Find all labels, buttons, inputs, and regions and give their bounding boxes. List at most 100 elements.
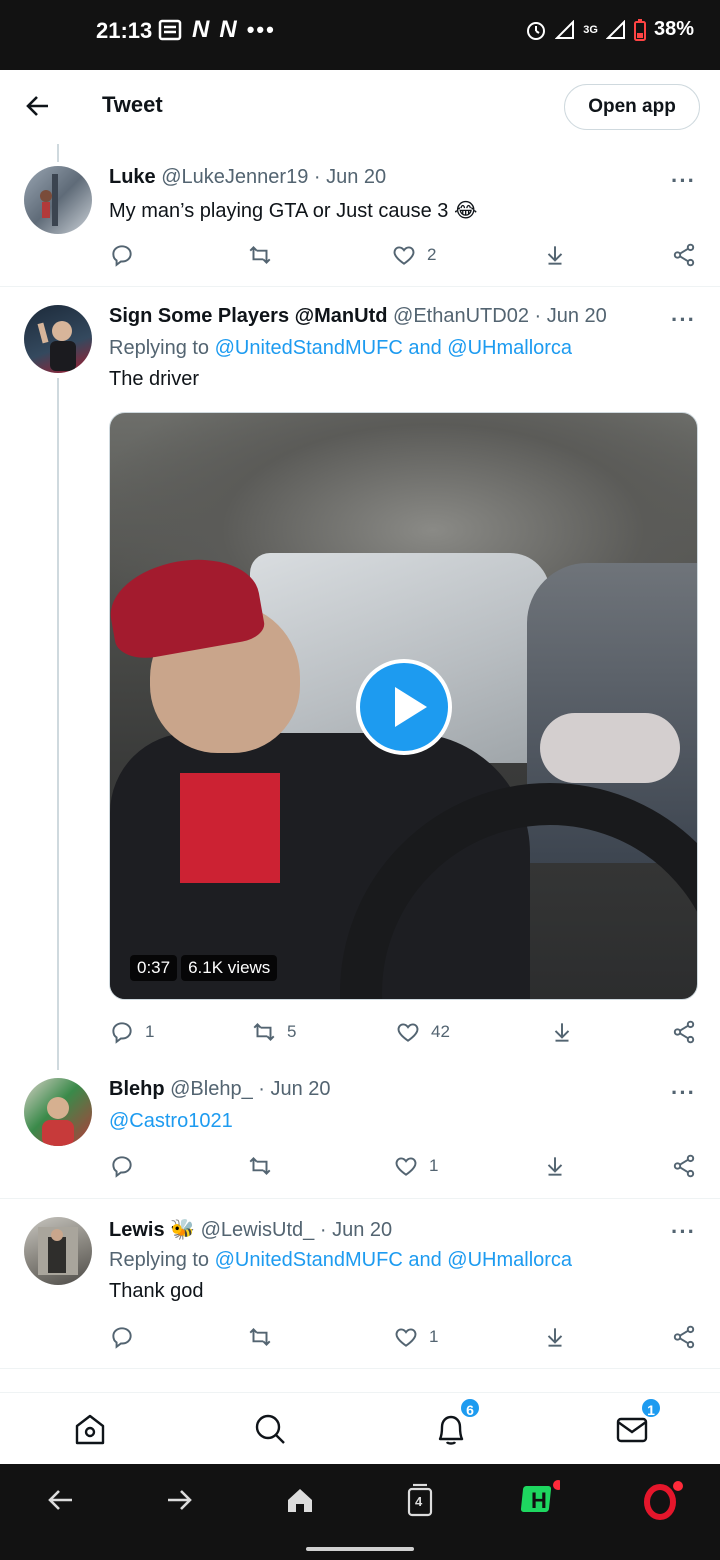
open-app-button[interactable]: Open app xyxy=(564,84,700,130)
author-handle[interactable]: @LewisUtd_ xyxy=(201,1219,315,1241)
like-button[interactable]: 2 xyxy=(391,242,436,268)
replying-to: Replying to @UnitedStandMUFC and @UHmall… xyxy=(109,1249,572,1272)
n-icon: N xyxy=(192,16,210,43)
heart-icon xyxy=(397,1023,419,1042)
thread-line xyxy=(57,378,59,1070)
heart-icon xyxy=(395,1328,417,1347)
avatar[interactable] xyxy=(24,1217,92,1285)
status-notification-icons: N N ••• xyxy=(158,16,276,44)
share-button[interactable] xyxy=(671,1324,697,1350)
author-handle[interactable]: @LukeJenner19 xyxy=(161,166,308,188)
status-bar: 21:13 N N ••• 3G 38% xyxy=(0,0,720,70)
opera-menu-button[interactable] xyxy=(640,1480,683,1520)
battery-percent: 38% xyxy=(653,18,694,40)
battery-icon xyxy=(633,18,646,41)
mention-link[interactable]: @UnitedStandMUFC xyxy=(215,337,403,359)
top-header: Tweet Open app xyxy=(0,70,720,144)
reply-button[interactable] xyxy=(109,1153,145,1179)
reply-icon xyxy=(112,245,132,267)
search-tab[interactable] xyxy=(250,1409,290,1449)
separator: · xyxy=(534,305,542,327)
opera-icon xyxy=(644,1481,683,1520)
like-button[interactable]: 42 xyxy=(395,1019,450,1045)
download-button[interactable] xyxy=(542,1324,568,1350)
author-handle[interactable]: @EthanUTD02 xyxy=(393,305,529,327)
home-tab[interactable] xyxy=(70,1409,110,1449)
messages-tab[interactable]: 1 xyxy=(612,1397,662,1449)
reply-count: 1 xyxy=(145,1022,155,1041)
back-arrow-icon[interactable] xyxy=(22,90,54,122)
author-name[interactable]: Luke xyxy=(109,166,156,188)
retweet-button[interactable]: 5 xyxy=(251,1019,296,1045)
avatar[interactable] xyxy=(24,305,92,373)
heart-icon xyxy=(395,1157,417,1176)
share-icon xyxy=(673,1154,695,1178)
notifications-tab[interactable]: 6 xyxy=(431,1397,481,1449)
more-options-icon[interactable]: ··· xyxy=(671,1080,696,1106)
play-button-icon[interactable] xyxy=(356,659,452,755)
more-options-icon[interactable]: ··· xyxy=(671,168,696,194)
retweet-button[interactable] xyxy=(247,1324,283,1350)
retweet-icon xyxy=(249,1328,271,1346)
retweet-icon xyxy=(249,246,271,264)
more-options-icon[interactable]: ··· xyxy=(671,307,696,333)
mention-link[interactable]: @UHmallorca xyxy=(447,337,572,359)
browser-home-button[interactable] xyxy=(280,1480,320,1520)
separator: · xyxy=(258,1078,265,1100)
like-button[interactable]: 1 xyxy=(393,1324,438,1350)
avatar[interactable] xyxy=(24,1078,92,1146)
retweet-button[interactable] xyxy=(247,242,283,268)
mention-link[interactable]: @UHmallorca xyxy=(447,1249,572,1271)
download-button[interactable] xyxy=(542,242,568,268)
reply-button[interactable] xyxy=(109,1324,145,1350)
tweet-text-content: My man’s playing GTA or Just cause 3 xyxy=(109,200,449,222)
forward-arrow-icon xyxy=(168,1490,192,1510)
status-system-icons: 3G 38% xyxy=(525,18,694,41)
like-button[interactable]: 1 xyxy=(393,1153,438,1179)
author-name[interactable]: Lewis xyxy=(109,1219,165,1241)
tweet-date[interactable]: Jun 20 xyxy=(332,1219,392,1241)
thread-line xyxy=(57,144,59,162)
browser-forward-button[interactable] xyxy=(160,1480,200,1520)
divider xyxy=(0,1368,720,1369)
share-button[interactable] xyxy=(671,1019,697,1045)
signal-icon xyxy=(605,19,625,39)
avatar[interactable] xyxy=(24,166,92,234)
tweet-actions: 1 xyxy=(109,1324,699,1354)
video-views: 6.1K views xyxy=(181,955,278,981)
retweet-count: 5 xyxy=(287,1022,297,1041)
more-options-icon[interactable]: ··· xyxy=(671,1219,696,1245)
author-name[interactable]: Blehp xyxy=(109,1078,165,1100)
mention-link[interactable]: @UnitedStandMUFC xyxy=(215,1249,403,1271)
download-icon xyxy=(547,1157,563,1176)
share-icon xyxy=(673,1020,695,1044)
retweet-icon xyxy=(253,1023,275,1041)
replying-and: and xyxy=(408,1249,442,1271)
author-handle[interactable]: @Blehp_ xyxy=(170,1078,253,1100)
tweet-date[interactable]: Jun 20 xyxy=(547,305,607,327)
reply-icon xyxy=(112,1327,132,1349)
video-player[interactable]: 0:37 6.1K views xyxy=(109,412,698,1000)
browser-tabs-button[interactable]: 4 xyxy=(400,1480,440,1520)
author-name[interactable]: Sign Some Players @ManUtd xyxy=(109,305,387,327)
tweet-date[interactable]: Jun 20 xyxy=(326,166,386,188)
like-count: 1 xyxy=(429,1156,439,1175)
tweet-meta: Luke @LukeJenner19 · Jun 20 xyxy=(109,166,386,189)
reply-button[interactable]: 1 xyxy=(109,1019,154,1045)
browser-extension-button[interactable]: H xyxy=(520,1480,563,1520)
like-count: 42 xyxy=(431,1022,450,1041)
share-button[interactable] xyxy=(671,1153,697,1179)
browser-back-button[interactable] xyxy=(40,1480,80,1520)
reply-button[interactable] xyxy=(109,242,145,268)
mention-link[interactable]: @Castro1021 xyxy=(109,1110,233,1133)
tweet-date[interactable]: Jun 20 xyxy=(271,1078,331,1100)
retweet-button[interactable] xyxy=(247,1153,283,1179)
download-button[interactable] xyxy=(549,1019,575,1045)
status-time: 21:13 xyxy=(96,18,153,43)
replying-to: Replying to @UnitedStandMUFC and @UHmall… xyxy=(109,337,572,360)
download-button[interactable] xyxy=(542,1153,568,1179)
reply-icon xyxy=(112,1022,132,1044)
tweet-meta: Sign Some Players @ManUtd @EthanUTD02 · … xyxy=(109,305,607,328)
bottom-navigation: 6 1 xyxy=(0,1392,720,1464)
share-button[interactable] xyxy=(671,242,697,268)
